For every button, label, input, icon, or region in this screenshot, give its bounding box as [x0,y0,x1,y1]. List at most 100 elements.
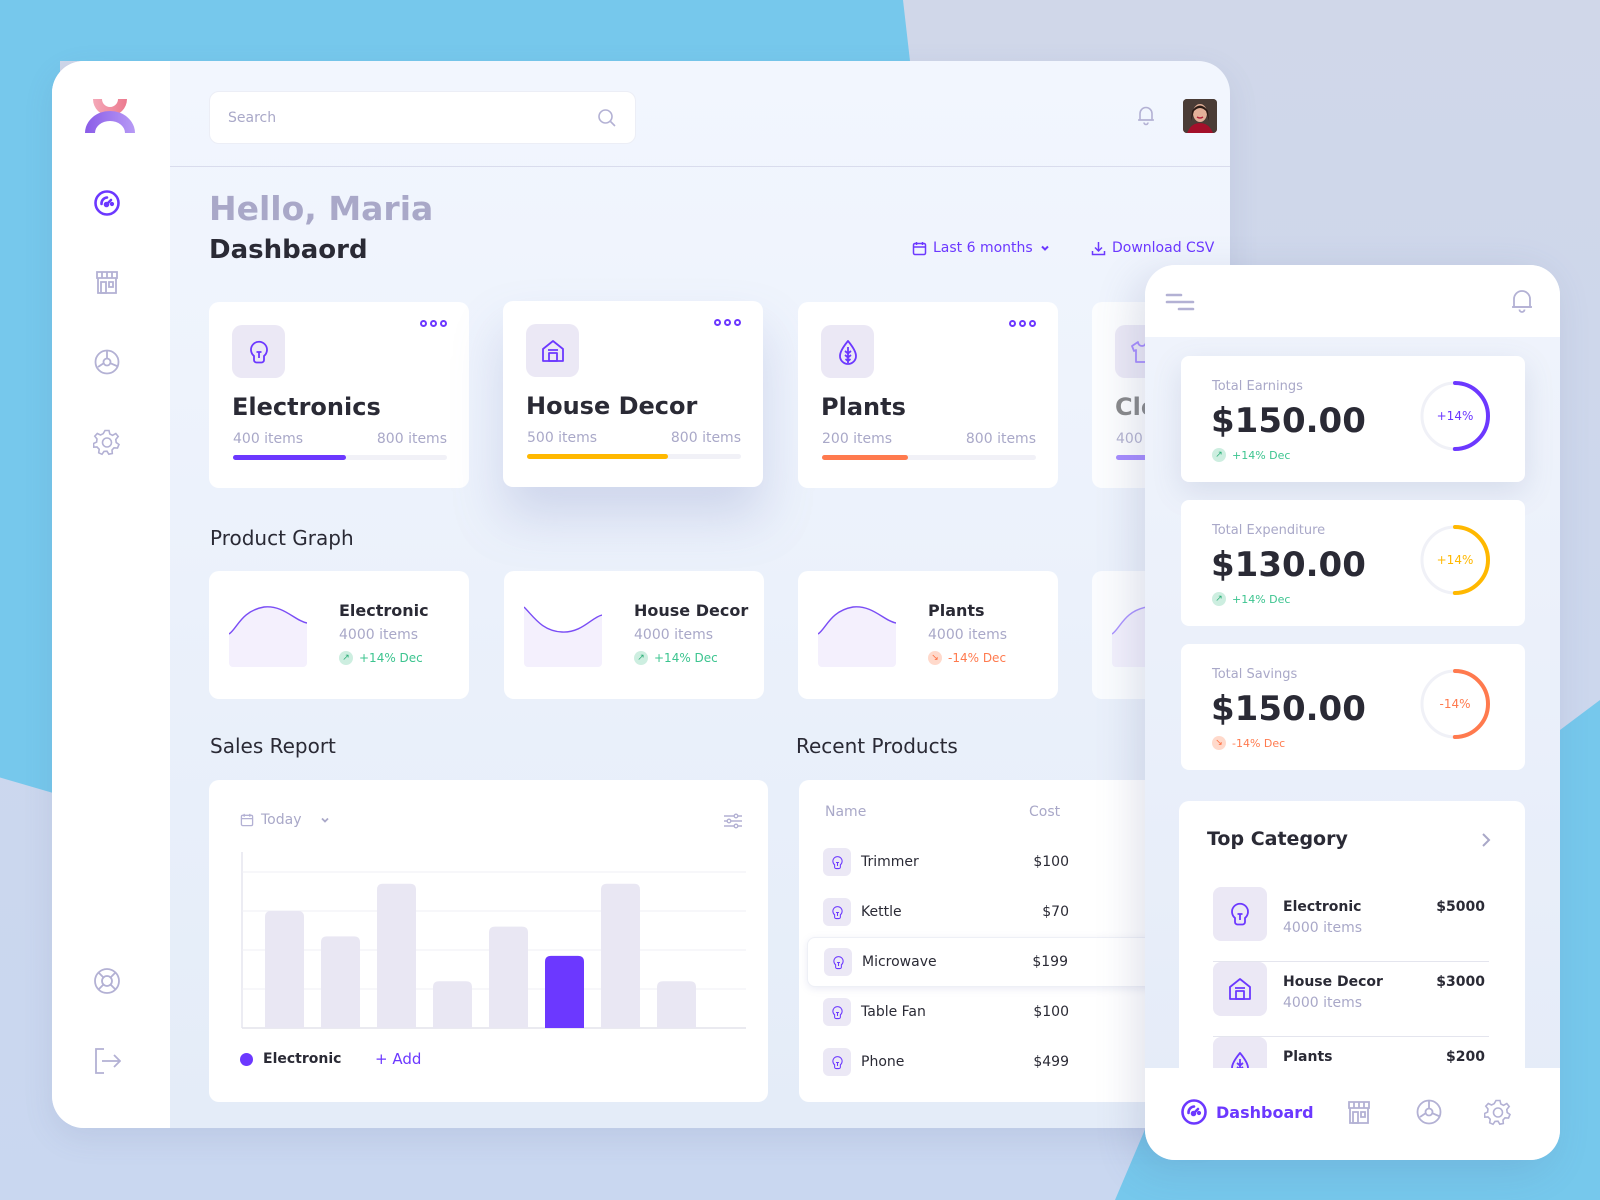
bar-1[interactable] [265,911,304,1028]
bell-icon[interactable] [1135,104,1157,126]
sidebar-item-dashboard[interactable] [92,188,122,218]
trend-up-icon: ↗ [339,651,353,665]
chevron-right-icon[interactable] [1479,831,1493,849]
top-category-row[interactable]: House Decor 4000 items $3000 [1213,962,1489,1037]
search-icon[interactable] [597,108,617,128]
sidebar-item-analytics[interactable] [92,347,122,377]
product-delta-text: +14% Dec [359,651,423,665]
product-icon-box [823,848,851,876]
category-items: 4000 items [1283,920,1363,936]
stat-value: $150.00 [1211,689,1366,729]
category-progress-fill [527,454,669,459]
search-bar[interactable] [209,91,636,144]
category-current: 400 items [233,431,304,447]
lightbulb-icon [249,340,268,363]
stat-card[interactable]: Total Earnings $150.00 ↗ +14% Dec +14% [1181,356,1525,482]
product-name: Plants [928,601,985,620]
category-card-plants[interactable]: Plants 200 items 800 items [798,302,1058,488]
ring-label: +14% [1436,409,1474,423]
download-csv-button[interactable]: Download CSV [1091,240,1214,256]
logout-icon [95,1048,121,1074]
stat-label: Total Earnings [1212,379,1303,394]
product-name: Table Fan [861,1004,926,1020]
nav-item-dashboard[interactable]: Dashboard [1180,1098,1314,1126]
store-icon[interactable] [1345,1098,1373,1126]
stat-card[interactable]: Total Expenditure $130.00 ↗ +14% Dec +14% [1181,500,1525,626]
category-name: Plants [1283,1049,1333,1065]
more-options-button[interactable] [420,320,447,327]
mobile-dashboard: Total Earnings $150.00 ↗ +14% Dec +14% Tot… [1145,265,1560,1160]
product-row[interactable]: Kettle $70 [799,887,1199,937]
brand-logo [85,99,135,133]
calendar-icon [912,241,927,255]
settings-gear-icon [93,429,120,456]
bar-5[interactable] [489,926,528,1028]
category-icon-box [526,324,579,377]
legend-swatch [240,1052,253,1066]
more-options-button[interactable] [1009,320,1036,327]
lightbulb-icon [830,905,845,920]
product-row[interactable]: Trimmer $100 [799,837,1199,887]
search-input[interactable] [228,109,597,126]
category-icon-box [232,325,285,378]
product-graph-card[interactable]: Plants 4000 items ↘ -14% Dec [798,571,1058,699]
bar-4[interactable] [433,981,472,1028]
sales-report-title: Sales Report [210,734,336,758]
lightbulb-icon [830,1005,845,1020]
bar-7[interactable] [601,883,640,1028]
category-price: $5000 [1436,899,1485,915]
user-avatar[interactable] [1183,99,1217,133]
leaf-icon [838,339,857,365]
category-total: 800 items [965,431,1036,447]
top-category-row[interactable]: Electronic 4000 items $5000 [1213,887,1489,962]
settings-gear-icon[interactable] [1484,1098,1512,1126]
product-cost: $100 [1033,1004,1069,1020]
period-select[interactable]: Last 6 months [912,240,1051,256]
chevron-down-icon [320,817,329,823]
product-row[interactable]: Phone $499 [799,1037,1199,1087]
bell-icon[interactable] [1509,288,1535,314]
trend-up-icon: ↗ [1212,592,1226,606]
product-name: Microwave [862,954,937,970]
page-title: Dashbaord [209,235,368,265]
stat-delta-text: -14% Dec [1232,736,1286,750]
category-card-house-decor[interactable]: House Decor 500 items 800 items [503,301,763,487]
product-cost: $70 [1042,904,1069,920]
product-graph-card[interactable]: House Decor 4000 items ↗ +14% Dec [504,571,764,699]
sidebar-item-store[interactable] [92,267,122,297]
pie-chart-icon[interactable] [1415,1098,1443,1126]
download-label: Download CSV [1112,240,1215,256]
menu-icon[interactable] [1165,292,1195,312]
stat-label: Total Savings [1212,667,1298,682]
sparkline-house-decor [524,606,602,667]
product-delta-text: -14% Dec [948,651,1007,665]
category-progress [527,454,741,459]
sidebar-item-settings[interactable] [92,427,122,457]
product-graph-card[interactable]: Electronic 4000 items ↗ +14% Dec [209,571,469,699]
category-card-electronics[interactable]: Electronics 400 items 800 items [209,302,469,488]
product-items: 4000 items [928,627,1008,643]
category-icon-box [1213,962,1267,1016]
stat-label: Total Expenditure [1212,523,1326,538]
product-graph-title: Product Graph [210,526,354,550]
category-price: $200 [1446,1049,1485,1065]
range-select[interactable]: Today [240,812,331,828]
product-delta-text: +14% Dec [654,651,718,665]
sidebar-item-support[interactable] [92,966,122,996]
product-name: Kettle [861,904,902,920]
bar-6[interactable] [545,955,584,1028]
bar-8[interactable] [657,981,696,1028]
sidebar-item-logout[interactable] [92,1046,122,1076]
product-items: 4000 items [634,627,714,643]
product-row[interactable]: Table Fan $100 [799,987,1199,1037]
add-series-button[interactable]: + Add [375,1050,421,1068]
dashboard-gauge-icon [94,190,120,216]
stat-card[interactable]: Total Savings $150.00 ↘ -14% Dec -14% [1181,644,1525,770]
category-current: 400 [1116,431,1143,447]
recent-products-card: Name Cost Trimmer $100 Kettle $70 Microw… [799,780,1207,1102]
filter-sliders-icon[interactable] [722,810,744,832]
more-options-button[interactable] [714,319,741,326]
bar-3[interactable] [377,883,416,1028]
nav-dashboard-label: Dashboard [1216,1102,1314,1122]
bar-2[interactable] [321,936,360,1028]
